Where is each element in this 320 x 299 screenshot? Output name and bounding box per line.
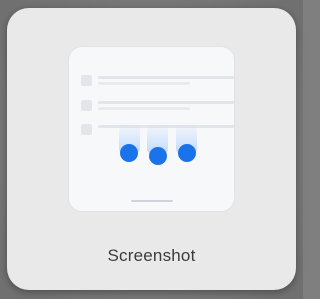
screenshot-icon <box>68 46 235 212</box>
preview-list-row <box>81 75 234 87</box>
preview-checkbox <box>81 100 92 111</box>
preview-checkbox <box>81 75 92 86</box>
preview-line <box>98 76 234 79</box>
finger-dot <box>149 147 167 165</box>
finger-dot <box>120 144 138 162</box>
finger-dot <box>178 144 196 162</box>
home-indicator <box>131 200 173 202</box>
preview-line <box>98 101 234 104</box>
screenshot-tile[interactable]: Screenshot <box>7 8 296 290</box>
tile-label: Screenshot <box>107 246 196 265</box>
preview-list-row <box>81 100 234 112</box>
preview-checkbox <box>81 124 92 135</box>
preview-line <box>98 107 190 110</box>
preview-line <box>98 82 190 85</box>
